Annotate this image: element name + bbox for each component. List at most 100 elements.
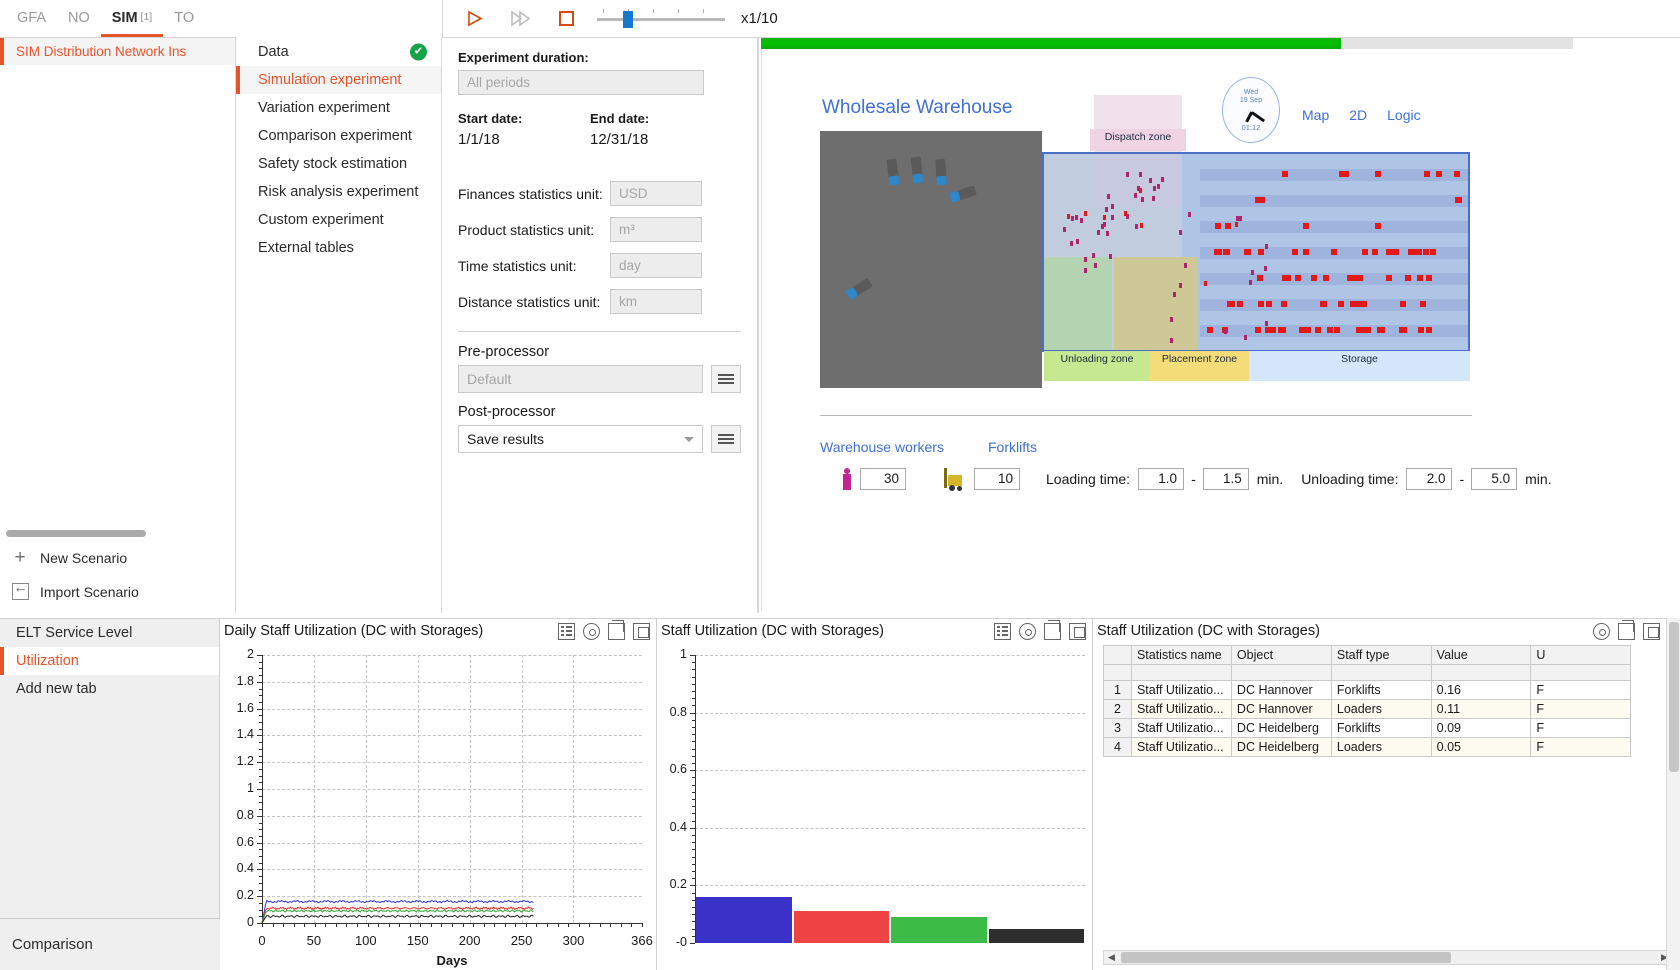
popout-icon[interactable]: [1643, 623, 1660, 640]
copy-icon[interactable]: [1044, 623, 1061, 640]
nav-item-data[interactable]: Data ✔: [236, 38, 441, 66]
scrollbar-thumb[interactable]: [6, 530, 146, 537]
dashboard-vertical-scrollbar[interactable]: [1666, 618, 1680, 970]
pallet-marker: [1423, 249, 1429, 255]
list-view-icon[interactable]: [558, 623, 575, 640]
unloading-time-max-input[interactable]: 5.0: [1471, 468, 1517, 490]
filter-cell[interactable]: [1531, 665, 1631, 681]
nav-item-risk-analysis-experiment[interactable]: Risk analysis experiment: [236, 178, 441, 206]
preprocessor-select[interactable]: Default: [458, 365, 703, 393]
nav-item-safety-stock-estimation[interactable]: Safety stock estimation: [236, 150, 441, 178]
view-link-2d[interactable]: 2D: [1349, 107, 1367, 123]
postprocessor-select[interactable]: Save results: [458, 425, 703, 453]
popout-icon[interactable]: [1069, 623, 1086, 640]
filter-cell[interactable]: [1331, 665, 1431, 681]
copy-icon[interactable]: [608, 623, 625, 640]
dashboard-tab-add-new[interactable]: Add new tab: [0, 675, 219, 703]
nav-item-variation-experiment[interactable]: Variation experiment: [236, 94, 441, 122]
nav-item-comparison-experiment[interactable]: Comparison experiment: [236, 122, 441, 150]
widget-icon-group: [1593, 623, 1660, 640]
table-horizontal-scrollbar[interactable]: ◀ ▶: [1103, 950, 1673, 965]
comparison-button[interactable]: Comparison: [0, 918, 220, 970]
column-header-object[interactable]: Object: [1231, 646, 1331, 665]
loading-time-max-input[interactable]: 1.5: [1203, 468, 1249, 490]
postprocessor-menu-icon[interactable]: [711, 425, 741, 453]
module-tab-sim[interactable]: SIM[1]: [101, 6, 163, 37]
table-row[interactable]: 3 Staff Utilizatio... DC Heidelberg Fork…: [1104, 719, 1631, 738]
line-chart-plot-area[interactable]: 00.20.40.60.811.21.41.61.820501001502002…: [220, 645, 656, 970]
bar[interactable]: [696, 897, 792, 943]
worker-marker: [1080, 218, 1083, 223]
experiment-nav-panel: Data ✔ Simulation experiment Variation e…: [236, 38, 442, 613]
stop-icon[interactable]: [551, 6, 581, 32]
view-link-map[interactable]: Map: [1302, 107, 1329, 123]
column-header-unit[interactable]: U: [1531, 646, 1631, 665]
dashboard-tab-elt-service-level[interactable]: ELT Service Level: [0, 619, 219, 647]
finances-unit-input[interactable]: USD: [610, 181, 702, 206]
statistics-table[interactable]: Statistics name Object Staff type Value …: [1103, 645, 1631, 757]
pallet-marker: [1339, 171, 1345, 177]
table-row[interactable]: 2 Staff Utilizatio... DC Hannover Loader…: [1104, 700, 1631, 719]
scrollbar-thumb[interactable]: [1669, 622, 1679, 772]
scrollbar-thumb[interactable]: [1121, 952, 1451, 963]
start-date-value[interactable]: 1/1/18: [458, 131, 590, 148]
column-header-rownum[interactable]: [1104, 646, 1132, 665]
scenario-list-item-selected[interactable]: SIM Distribution Network Ins: [0, 38, 235, 65]
module-tab-to[interactable]: TO: [163, 6, 205, 37]
gear-icon[interactable]: [1593, 623, 1610, 640]
workers-count-input[interactable]: 30: [860, 468, 906, 490]
speed-slider[interactable]: [597, 9, 725, 29]
distance-unit-input[interactable]: km: [610, 289, 702, 314]
link-warehouse-workers[interactable]: Warehouse workers: [820, 439, 944, 455]
scenario-horizontal-scrollbar[interactable]: [0, 527, 236, 541]
widget-staff-utilization-bar: Staff Utilization (DC with Storages) -00…: [656, 619, 1092, 970]
animation-canvas[interactable]: Wholesale Warehouse Wed 19 Sep 01:12 Map…: [761, 49, 1679, 611]
new-scenario-button[interactable]: + New Scenario: [0, 541, 236, 575]
column-header-statistics-name[interactable]: Statistics name: [1131, 646, 1231, 665]
dashboard-tab-utilization[interactable]: Utilization: [0, 647, 219, 675]
bar-chart-plot-area[interactable]: -00.20.40.60.81: [657, 645, 1093, 970]
step-forward-icon[interactable]: [505, 6, 535, 32]
filter-cell[interactable]: [1131, 665, 1231, 681]
end-date-value[interactable]: 12/31/18: [590, 131, 722, 148]
scroll-left-icon[interactable]: ◀: [1104, 952, 1119, 963]
forklifts-count-input[interactable]: 10: [974, 468, 1020, 490]
module-tab-gfa[interactable]: GFA: [6, 6, 57, 37]
filter-cell[interactable]: [1231, 665, 1331, 681]
import-scenario-button[interactable]: Import Scenario: [0, 575, 236, 609]
nav-item-simulation-experiment[interactable]: Simulation experiment: [236, 66, 441, 94]
speed-slider-thumb[interactable]: [623, 11, 633, 28]
gear-icon[interactable]: [1019, 623, 1036, 640]
truck-icon: [886, 158, 900, 185]
nav-item-custom-experiment[interactable]: Custom experiment: [236, 206, 441, 234]
nav-item-external-tables[interactable]: External tables: [236, 234, 441, 262]
bar[interactable]: [794, 911, 890, 943]
unloading-time-min-input[interactable]: 2.0: [1406, 468, 1452, 490]
bar[interactable]: [891, 917, 987, 943]
loading-time-min-input[interactable]: 1.0: [1138, 468, 1184, 490]
copy-icon[interactable]: [1618, 623, 1635, 640]
worker-marker: [1097, 230, 1100, 235]
time-unit-input[interactable]: day: [610, 253, 702, 278]
module-tab-no[interactable]: NO: [57, 6, 101, 37]
pallet-marker: [1454, 171, 1460, 177]
experiment-duration-input[interactable]: All periods: [458, 70, 704, 95]
popout-icon[interactable]: [633, 623, 650, 640]
column-header-staff-type[interactable]: Staff type: [1331, 646, 1431, 665]
dashboard-tab-label: Utilization: [16, 653, 79, 669]
filter-cell[interactable]: [1431, 665, 1531, 681]
play-icon[interactable]: [459, 6, 489, 32]
product-unit-input[interactable]: m³: [610, 217, 702, 242]
nav-item-label: Risk analysis experiment: [258, 184, 418, 200]
table-filter-row[interactable]: [1104, 665, 1631, 681]
table-row[interactable]: 1 Staff Utilizatio... DC Hannover Forkli…: [1104, 681, 1631, 700]
column-header-value[interactable]: Value: [1431, 646, 1531, 665]
preprocessor-menu-icon[interactable]: [711, 365, 741, 393]
bar[interactable]: [989, 929, 1085, 943]
view-link-logic[interactable]: Logic: [1387, 107, 1420, 123]
list-view-icon[interactable]: [994, 623, 1011, 640]
gear-icon[interactable]: [583, 623, 600, 640]
table-row[interactable]: 4 Staff Utilizatio... DC Heidelberg Load…: [1104, 738, 1631, 757]
link-forklifts[interactable]: Forklifts: [988, 439, 1037, 455]
truck-icon: [949, 185, 977, 203]
